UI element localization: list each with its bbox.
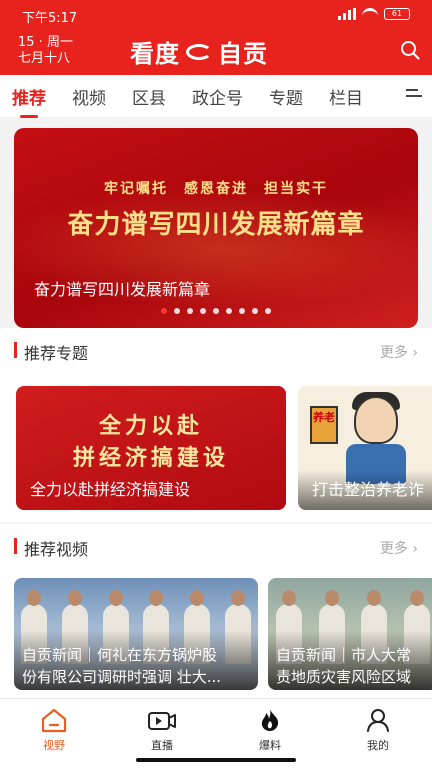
topic-card[interactable]: 全力以赴 拼经济搞建设 全力以赴拼经济搞建设: [16, 386, 286, 510]
date-line-solar: 15 · 周一: [18, 35, 73, 50]
user-icon: [367, 709, 389, 732]
videos-carousel: 自贡新闻｜何礼在东方锅炉股 份有限公司调研时强调 壮大... 自贡新闻｜市人大常…: [0, 568, 432, 698]
video-card-caption: 自贡新闻｜何礼在东方锅炉股 份有限公司调研时强调 壮大...: [22, 644, 221, 688]
app-screen: 下午5:17 61 15 · 周一 七月十八 看度 自贡 推荐 视频 区县 政企…: [0, 0, 432, 768]
topic-card-caption: 打击整治养老诈: [312, 480, 425, 499]
pagination-dot[interactable]: [265, 308, 271, 314]
channel-tabs: 推荐 视频 区县 政企号 专题 栏目: [0, 75, 432, 118]
pagination-dot[interactable]: [187, 308, 193, 314]
pagination-dot[interactable]: [252, 308, 258, 314]
status-time: 下午5:17: [22, 11, 78, 26]
wifi-icon: [362, 8, 378, 20]
date-display: 15 · 周一 七月十八: [18, 35, 73, 67]
section-accent-bar: [14, 538, 17, 554]
section-title: 推荐视频: [24, 540, 89, 559]
tab-fade: [374, 75, 402, 117]
video-caption-line2: 份有限公司调研时强调 壮大...: [22, 668, 222, 686]
video-card-caption: 自贡新闻｜市人大常 责地质灾害风险区域: [276, 644, 411, 688]
banner-caption: 奋力谱写四川发展新篇章: [34, 280, 211, 299]
topic-card-caption: 全力以赴拼经济搞建设: [30, 480, 191, 499]
hero-banner[interactable]: 牢记嘱托 感恩奋进 担当实干 奋力谱写四川发展新篇章 奋力谱写四川发展新篇章: [14, 128, 418, 328]
nav-item-tips[interactable]: 爆料: [240, 707, 300, 753]
topic-card-line1: 全力以赴: [98, 413, 203, 439]
banner-slogan: 牢记嘱托 感恩奋进 担当实干: [104, 181, 328, 197]
videos-more-link[interactable]: 更多 ›: [380, 538, 418, 558]
section-title: 推荐专题: [24, 344, 89, 363]
video-card[interactable]: 自贡新闻｜何礼在东方锅炉股 份有限公司调研时强调 壮大...: [14, 578, 258, 690]
search-button[interactable]: [400, 40, 420, 60]
home-indicator[interactable]: [136, 758, 296, 762]
logo-text-zigong: 自贡: [218, 40, 268, 68]
nav-label: 我的: [367, 739, 389, 752]
battery-icon: 61: [384, 8, 410, 20]
nav-item-home[interactable]: 视野: [24, 707, 84, 753]
video-card[interactable]: 自贡新闻｜市人大常 责地质灾害风险区域: [268, 578, 432, 690]
tab-topics[interactable]: 专题: [269, 84, 303, 109]
signal-icon: [338, 8, 356, 20]
pagination-dot[interactable]: [174, 308, 180, 314]
topic-card-sign: 养老: [310, 406, 338, 444]
status-icons: 61: [338, 8, 410, 20]
fire-icon: [261, 709, 279, 731]
pagination-dot[interactable]: [213, 308, 219, 314]
topics-carousel: 全力以赴 拼经济搞建设 全力以赴拼经济搞建设 养老 打击整治养老诈: [0, 372, 432, 522]
pagination-dot[interactable]: [226, 308, 232, 314]
section-accent-bar: [14, 342, 17, 358]
nav-item-live[interactable]: 直播: [132, 707, 192, 753]
logo-text-kandu: 看度: [130, 40, 180, 68]
top-header: 下午5:17 61 15 · 周一 七月十八 看度 自贡: [0, 0, 432, 75]
tab-video[interactable]: 视频: [72, 84, 106, 109]
pagination-dot[interactable]: [239, 308, 245, 314]
date-line-lunar: 七月十八: [18, 51, 71, 66]
topics-section-header: 推荐专题 更多 ›: [0, 328, 432, 372]
banner-pagination: [14, 308, 418, 314]
pagination-dot[interactable]: [200, 308, 206, 314]
video-caption-line1: 自贡新闻｜何礼在东方锅炉股: [22, 646, 218, 664]
tab-gov-accounts[interactable]: 政企号: [192, 84, 243, 109]
search-icon: [401, 41, 420, 60]
topic-card-line2: 拼经济搞建设: [72, 445, 229, 471]
banner-headline: 奋力谱写四川发展新篇章: [67, 210, 365, 240]
tab-menu-button[interactable]: [406, 89, 422, 101]
live-tv-icon: [148, 712, 176, 730]
tab-columns[interactable]: 栏目: [329, 84, 363, 109]
logo-swoosh-icon: [186, 43, 212, 60]
tab-recommend[interactable]: 推荐: [12, 84, 46, 118]
app-logo: 看度 自贡: [130, 34, 268, 69]
nav-label: 直播: [151, 739, 173, 752]
nav-label: 视野: [43, 739, 65, 752]
topic-card[interactable]: 养老 打击整治养老诈: [298, 386, 432, 510]
home-icon: [41, 708, 67, 733]
video-caption-line1: 自贡新闻｜市人大常: [276, 646, 412, 664]
video-caption-line2: 责地质灾害风险区域: [276, 668, 412, 686]
illustration-face: [354, 396, 398, 444]
status-bar: 下午5:17 61: [0, 0, 432, 30]
pagination-dot[interactable]: [161, 308, 167, 314]
nav-item-profile[interactable]: 我的: [348, 707, 408, 753]
tab-districts[interactable]: 区县: [132, 84, 166, 109]
videos-section-header: 推荐视频 更多 ›: [0, 524, 432, 568]
nav-label: 爆料: [259, 739, 281, 752]
topics-more-link[interactable]: 更多 ›: [380, 342, 418, 362]
